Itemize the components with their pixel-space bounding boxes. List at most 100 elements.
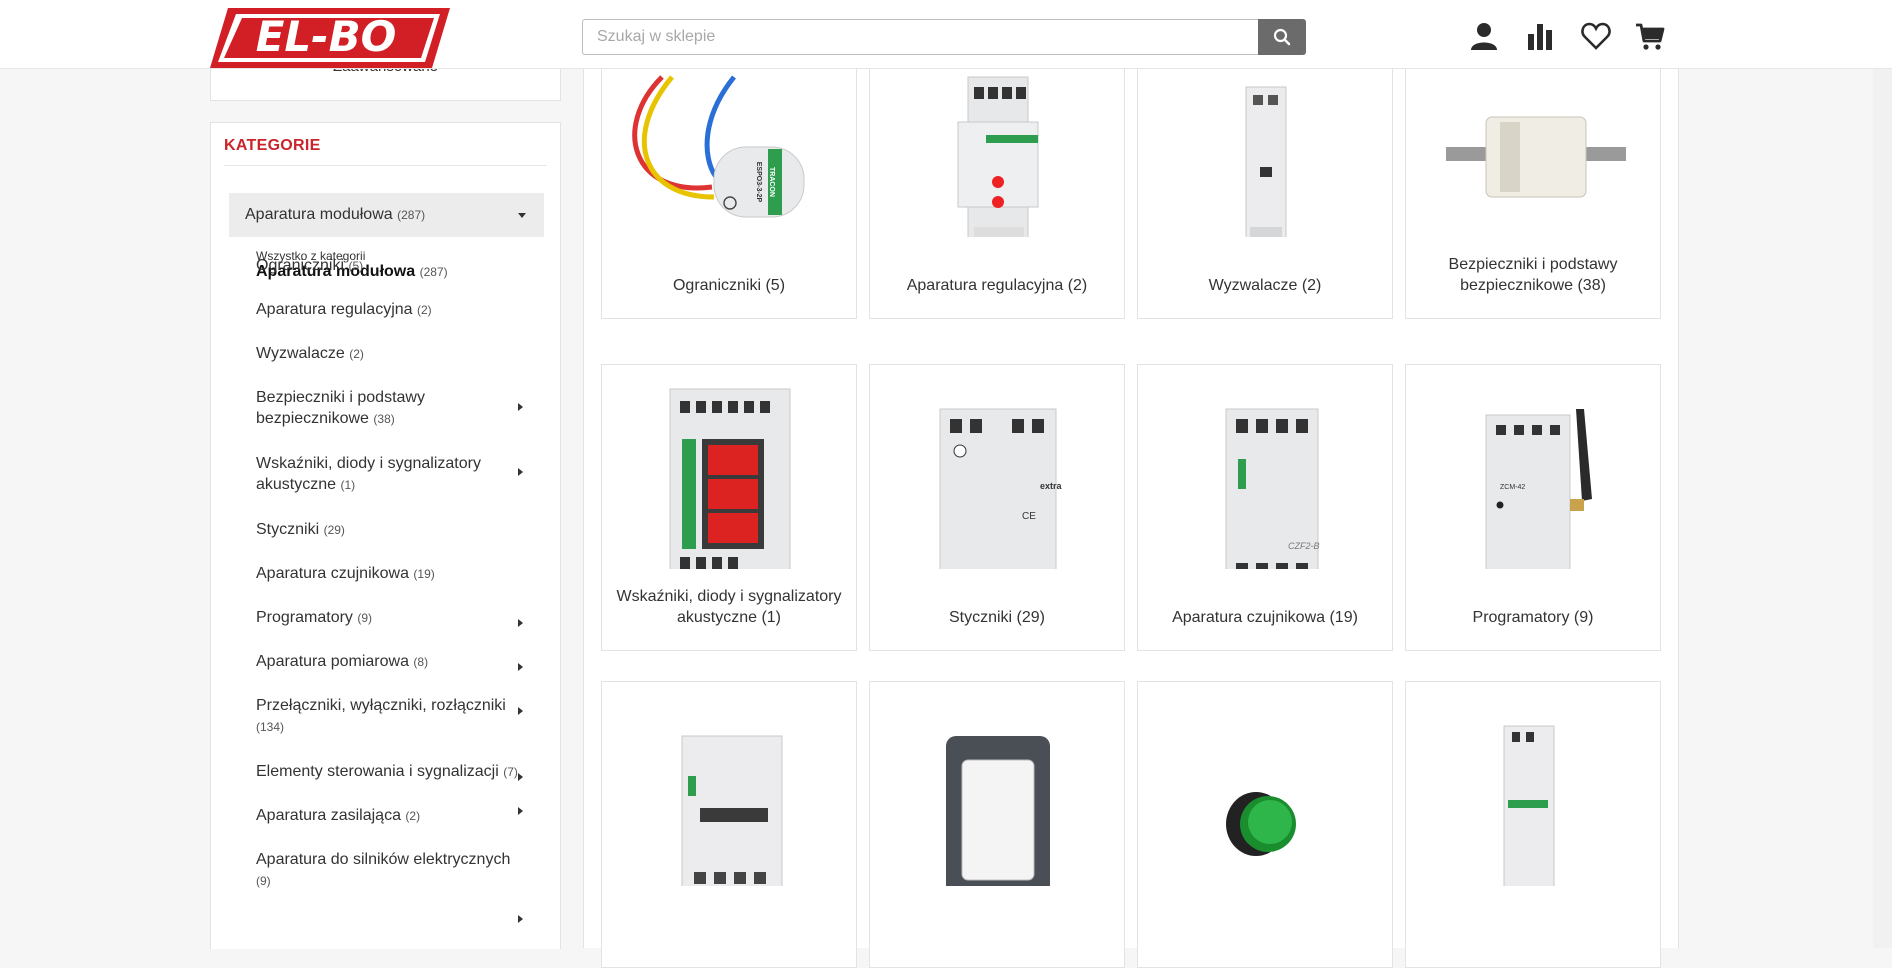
sidebar-item-label: Aparatura regulacyjna	[256, 301, 413, 318]
sidebar-item-count: (1)	[340, 478, 356, 492]
product-image: TRACON ESPO3-3-2P	[632, 75, 805, 218]
product-image	[1503, 725, 1555, 886]
heart-icon[interactable]	[1580, 20, 1612, 52]
category-main-item[interactable]: Aparatura modułowa (287)	[229, 193, 544, 237]
sidebar-item-count: (38)	[373, 412, 395, 426]
search-input[interactable]	[582, 19, 1258, 55]
category-card-title: Aparatura regulacyjna (2)	[906, 277, 1088, 294]
svg-text:ZCM-42: ZCM-42	[1500, 484, 1525, 491]
category-card-wskazniki[interactable]: Wskaźniki, diody i sygnalizatory akustyc…	[601, 364, 857, 651]
sidebar-item-count: (9)	[357, 611, 373, 625]
sidebar-item-count: (8)	[413, 655, 429, 669]
product-image	[1446, 116, 1626, 198]
sidebar-item-label: Przełączniki, wyłączniki, rozłączniki	[256, 697, 506, 714]
svg-text:CE: CE	[1022, 511, 1036, 522]
site-header: EL-BO	[0, 0, 1892, 69]
category-card-aparatura-czujnikowa[interactable]: CZF2-B Aparatura czujnikowa (19)	[1137, 364, 1393, 651]
category-card-zasilajaca[interactable]	[1405, 681, 1661, 968]
user-icon[interactable]	[1468, 20, 1500, 52]
chevron-right-icon[interactable]	[518, 468, 523, 476]
category-card-programatory[interactable]: ZCM-42 Programatory (9)	[1405, 364, 1661, 651]
product-image: ZCM-42	[1485, 409, 1592, 569]
category-card-title: Wyzwalacze (2)	[1208, 277, 1322, 294]
search-bar	[582, 19, 1306, 55]
sidebar-item-count: (29)	[323, 523, 345, 537]
sidebar-item-label: Ograniczniki	[256, 257, 345, 274]
category-card-ograniczniki[interactable]: TRACON ESPO3-3-2P Ograniczniki (5)	[601, 32, 857, 319]
category-card-title: Styczniki (29)	[948, 609, 1046, 626]
product-image	[681, 735, 783, 886]
product-image: extra CE	[939, 408, 1063, 569]
sidebar-item-label: Programatory	[256, 609, 353, 626]
sidebar-item-przelaczniki[interactable]: Przełączniki, wyłączniki, rozłączniki (1…	[256, 695, 518, 738]
sidebar-title: KATEGORIE	[224, 137, 321, 154]
svg-text:ESPO3-3-2P: ESPO3-3-2P	[755, 162, 762, 203]
sidebar-item-aparatura-zasilajaca[interactable]: Aparatura zasilająca (2)	[256, 805, 536, 827]
category-card-styczniki[interactable]: extra CE Styczniki (29)	[869, 364, 1125, 651]
sidebar-item-label: Aparatura czujnikowa	[256, 565, 409, 582]
category-card-aparatura-regulacyjna[interactable]: Aparatura regulacyjna (2)	[869, 32, 1125, 319]
category-card-pomiarowa[interactable]	[601, 681, 857, 968]
product-image	[1226, 792, 1296, 856]
category-sidebar: KATEGORIE Aparatura modułowa (287) Wszys…	[210, 122, 561, 949]
chevron-right-icon[interactable]	[518, 915, 523, 923]
chevron-right-icon[interactable]	[518, 707, 523, 715]
sidebar-item-aparatura-czujnikowa[interactable]: Aparatura czujnikowa (19)	[256, 563, 536, 585]
sidebar-item-ograniczniki[interactable]: Ograniczniki (5)	[256, 255, 536, 277]
category-card-title: Wskaźniki, diody i sygnalizatory akustyc…	[616, 588, 842, 626]
category-card-title: Bezpieczniki i podstawy bezpiecznikowe (…	[1448, 256, 1618, 294]
sidebar-item-label: Aparatura do silników elektrycznych	[256, 851, 511, 868]
sidebar-item-bezpieczniki[interactable]: Bezpieczniki i podstawy bezpiecznikowe (…	[256, 387, 456, 430]
product-image	[957, 76, 1039, 237]
sidebar-item-label: Bezpieczniki i podstawy bezpiecznikowe	[256, 389, 425, 427]
sidebar-item-label: Elementy sterowania i sygnalizacji	[256, 763, 499, 780]
sidebar-item-wyzwalacze[interactable]: Wyzwalacze (2)	[256, 343, 536, 365]
search-icon	[1273, 28, 1291, 46]
category-card-title: Programatory (9)	[1472, 609, 1594, 626]
sidebar-item-count: (2)	[417, 303, 432, 317]
sidebar-item-elementy-sterowania[interactable]: Elementy sterowania i sygnalizacji (7)	[256, 761, 536, 783]
divider	[224, 165, 547, 166]
category-card-wyzwalacze[interactable]: Wyzwalacze (2)	[1137, 32, 1393, 319]
category-card-bezpieczniki[interactable]: Bezpieczniki i podstawy bezpiecznikowe (…	[1405, 32, 1661, 319]
page-scrollbar[interactable]	[1873, 0, 1892, 948]
svg-text:CZF2-B: CZF2-B	[1288, 541, 1320, 551]
sidebar-item-programatory[interactable]: Programatory (9)	[256, 607, 536, 629]
sidebar-item-label: Aparatura pomiarowa	[256, 653, 409, 670]
category-card-sygnalizacja[interactable]	[1137, 681, 1393, 968]
cart-icon[interactable]	[1634, 20, 1666, 52]
sidebar-item-label: Wyzwalacze	[256, 345, 345, 362]
sidebar-item-count: (2)	[349, 347, 364, 361]
sidebar-item-count: (7)	[503, 765, 518, 779]
elbo-logo[interactable]: EL-BO	[210, 8, 450, 68]
product-image	[1245, 86, 1287, 237]
category-card-przelaczniki[interactable]	[869, 681, 1125, 968]
sidebar-item-silniki[interactable]: Aparatura do silników elektrycznych (9)	[256, 849, 526, 892]
sidebar-item-count: (2)	[405, 809, 421, 823]
sidebar-item-count: (19)	[413, 567, 435, 581]
sidebar-item-styczniki[interactable]: Styczniki (29)	[256, 519, 536, 541]
product-image	[669, 388, 791, 569]
chevron-right-icon[interactable]	[518, 403, 523, 411]
svg-text:TRACON: TRACON	[768, 167, 775, 197]
sidebar-item-count: (5)	[348, 259, 364, 273]
sidebar-item-label: Styczniki	[256, 521, 320, 538]
category-card-title: Aparatura czujnikowa (19)	[1172, 609, 1358, 626]
svg-text:EL-BO: EL-BO	[256, 12, 397, 61]
search-button[interactable]	[1258, 19, 1306, 55]
sidebar-item-label: Aparatura zasilająca	[256, 807, 401, 824]
product-image: CZF2-B	[1225, 408, 1320, 569]
sidebar-item-count: (9)	[256, 874, 271, 888]
sidebar-item-aparatura-regulacyjna[interactable]: Aparatura regulacyjna (2)	[256, 299, 536, 321]
sidebar-item-aparatura-pomiarowa[interactable]: Aparatura pomiarowa (8)	[256, 651, 536, 673]
category-grid: TRACON ESPO3-3-2P Ograniczniki (5) Apara…	[583, 32, 1679, 968]
sidebar-item-wskazniki[interactable]: Wskaźniki, diody i sygnalizatory akustyc…	[256, 453, 506, 496]
sidebar-item-label: Wskaźniki, diody i sygnalizatory akustyc…	[256, 455, 481, 493]
category-main-count: (287)	[397, 208, 426, 222]
chevron-down-icon[interactable]	[518, 213, 526, 218]
category-main-label: Aparatura modułowa	[245, 206, 393, 223]
svg-text:extra: extra	[1040, 481, 1063, 491]
compare-icon[interactable]	[1524, 20, 1556, 52]
category-card-title: Ograniczniki (5)	[672, 277, 786, 294]
sidebar-item-count: (134)	[256, 720, 285, 734]
